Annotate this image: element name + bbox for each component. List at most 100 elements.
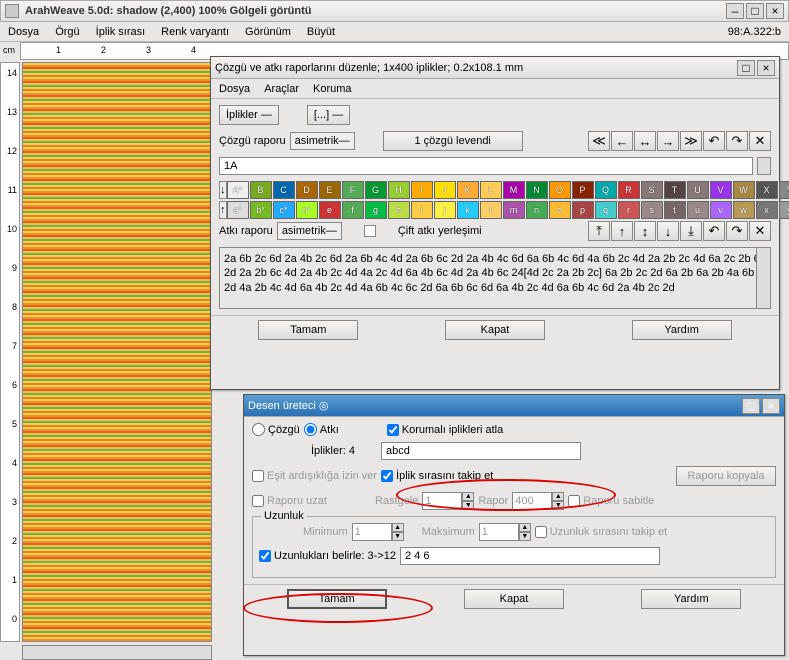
nav2-last-icon[interactable]: ⤓: [680, 221, 702, 241]
scrollbar-horizontal[interactable]: [22, 645, 212, 660]
iplikler-button[interactable]: İplikler —: [219, 105, 279, 125]
menu-gorunum[interactable]: Görünüm: [245, 26, 291, 38]
nav-first-icon[interactable]: ≪: [588, 131, 610, 151]
nav-left-icon[interactable]: ←: [611, 131, 633, 151]
sub2-close[interactable]: ×: [762, 398, 780, 414]
nav2-first-icon[interactable]: ⤒: [588, 221, 610, 241]
color-cell-lower[interactable]: l: [480, 201, 502, 219]
max-spinner[interactable]: ▲▼: [479, 523, 531, 541]
sub2-ok-button[interactable]: Tamam: [287, 589, 387, 609]
arrow-up-icon[interactable]: ↑: [219, 201, 227, 219]
color-cell-lower[interactable]: o: [549, 201, 571, 219]
color-cell-upper[interactable]: V: [710, 181, 732, 199]
nav-redo-icon[interactable]: ↷: [726, 131, 748, 151]
color-cell-upper[interactable]: H: [388, 181, 410, 199]
sub1-ok-button[interactable]: Tamam: [258, 320, 358, 340]
color-cell-lower[interactable]: p: [572, 201, 594, 219]
color-cell-upper[interactable]: J: [434, 181, 456, 199]
color-cell-lower[interactable]: j: [434, 201, 456, 219]
color-cell-lower[interactable]: q: [595, 201, 617, 219]
color-cell-upper[interactable]: B: [250, 181, 272, 199]
nav2-down-icon[interactable]: ↓: [657, 221, 679, 241]
atki-mode-dropdown[interactable]: asimetrik —: [277, 222, 342, 240]
color-cell-upper[interactable]: M: [503, 181, 525, 199]
close-button[interactable]: ×: [766, 3, 784, 19]
nav2-undo-icon[interactable]: ↶: [703, 221, 725, 241]
color-cell-upper[interactable]: U: [687, 181, 709, 199]
color-cell-lower[interactable]: b*: [250, 201, 272, 219]
sabitle-checkbox[interactable]: Raporu sabitle: [568, 495, 654, 507]
color-cell-lower[interactable]: n: [526, 201, 548, 219]
nav-undo-icon[interactable]: ↶: [703, 131, 725, 151]
cozgu-radio[interactable]: Çözgü: [252, 423, 300, 436]
esit-checkbox[interactable]: Eşit ardışıklığa izin ver: [252, 470, 377, 482]
color-cell-lower[interactable]: e: [319, 201, 341, 219]
color-cell-upper[interactable]: F: [342, 181, 364, 199]
sub1-menu-araclar[interactable]: Araçlar: [264, 83, 299, 95]
sub1-close-button[interactable]: Kapat: [445, 320, 545, 340]
color-cell-upper[interactable]: D: [296, 181, 318, 199]
color-cell-upper[interactable]: W: [733, 181, 755, 199]
color-cell-lower[interactable]: s: [641, 201, 663, 219]
menu-buyut[interactable]: Büyüt: [307, 26, 335, 38]
color-cell-lower[interactable]: m: [503, 201, 525, 219]
color-cell-upper[interactable]: X: [756, 181, 778, 199]
nav-delete-icon[interactable]: ✕: [749, 131, 771, 151]
cift-atki-checkbox[interactable]: [364, 225, 376, 237]
atki-radio[interactable]: Atkı: [304, 423, 339, 436]
nav2-delete-icon[interactable]: ✕: [749, 221, 771, 241]
color-cell-lower[interactable]: c*: [273, 201, 295, 219]
takip-checkbox[interactable]: İplik sırasını takip et: [381, 470, 493, 482]
color-cell-lower[interactable]: h: [388, 201, 410, 219]
color-cell-lower[interactable]: d*: [296, 201, 318, 219]
nav-hexpand-icon[interactable]: ↔: [634, 131, 656, 151]
color-cell-upper[interactable]: N: [526, 181, 548, 199]
color-cell-lower[interactable]: g: [365, 201, 387, 219]
rastgele-spinner[interactable]: ▲▼: [422, 492, 474, 510]
color-cell-upper[interactable]: E: [319, 181, 341, 199]
menu-dosya[interactable]: Dosya: [8, 26, 39, 38]
color-cell-upper[interactable]: A*: [227, 181, 249, 199]
nav-last-icon[interactable]: ≫: [680, 131, 702, 151]
belirle-input[interactable]: [400, 547, 660, 565]
uzat-checkbox[interactable]: Raporu uzat: [252, 495, 327, 507]
color-cell-upper[interactable]: O: [549, 181, 571, 199]
sub1-maximize[interactable]: □: [737, 60, 755, 76]
color-cell-lower[interactable]: v: [710, 201, 732, 219]
color-cell-lower[interactable]: u: [687, 201, 709, 219]
color-cell-lower[interactable]: k: [457, 201, 479, 219]
color-cell-lower[interactable]: w: [733, 201, 755, 219]
color-cell-upper[interactable]: R: [618, 181, 640, 199]
weave-canvas[interactable]: [22, 62, 212, 642]
color-cell-upper[interactable]: C: [273, 181, 295, 199]
color-cell-upper[interactable]: Y: [779, 181, 789, 199]
color-cell-lower[interactable]: t: [664, 201, 686, 219]
sub2-help-button[interactable]: Yardım: [641, 589, 741, 609]
minimize-button[interactable]: –: [726, 3, 744, 19]
cozgu-levendi-button[interactable]: 1 çözgü levendi: [383, 131, 523, 151]
arrow-down-icon[interactable]: ↓: [219, 181, 227, 199]
sub1-help-button[interactable]: Yardım: [632, 320, 732, 340]
color-cell-lower[interactable]: a*: [227, 201, 249, 219]
color-cell-upper[interactable]: S: [641, 181, 663, 199]
kopyala-button[interactable]: Raporu kopyala: [676, 466, 776, 486]
nav-right-icon[interactable]: →: [657, 131, 679, 151]
maximize-button[interactable]: □: [746, 3, 764, 19]
sub1-menu-dosya[interactable]: Dosya: [219, 83, 250, 95]
sub1-menu-koruma[interactable]: Koruma: [313, 83, 352, 95]
color-cell-upper[interactable]: L: [480, 181, 502, 199]
color-cell-upper[interactable]: P: [572, 181, 594, 199]
atki-scroll[interactable]: [756, 248, 770, 308]
color-cell-upper[interactable]: K: [457, 181, 479, 199]
color-cell-lower[interactable]: y: [779, 201, 789, 219]
cozgu-input[interactable]: [219, 157, 753, 175]
nav2-up-icon[interactable]: ↑: [611, 221, 633, 241]
color-cell-upper[interactable]: G: [365, 181, 387, 199]
brackets-button[interactable]: [...] —: [307, 105, 350, 125]
cozgu-scroll[interactable]: [757, 157, 771, 175]
cozgu-mode-dropdown[interactable]: asimetrik —: [290, 132, 355, 150]
nav2-redo-icon[interactable]: ↷: [726, 221, 748, 241]
korumali-checkbox[interactable]: Korumalı iplikleri atla: [387, 424, 503, 436]
color-cell-lower[interactable]: f: [342, 201, 364, 219]
menu-renk[interactable]: Renk varyantı: [161, 26, 229, 38]
